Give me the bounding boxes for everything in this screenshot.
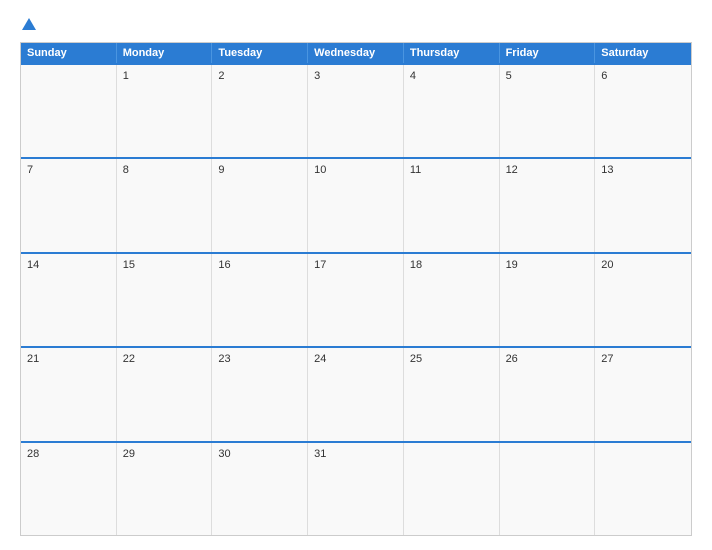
- day-number: 12: [506, 164, 589, 176]
- day-cell: 5: [500, 65, 596, 157]
- day-number: 24: [314, 353, 397, 365]
- day-cell: 7: [21, 159, 117, 251]
- day-number: 11: [410, 164, 493, 176]
- day-headers-row: Sunday Monday Tuesday Wednesday Thursday…: [21, 43, 691, 63]
- day-cell: 9: [212, 159, 308, 251]
- day-number: 15: [123, 259, 206, 271]
- day-cell: 30: [212, 443, 308, 535]
- day-cell: [21, 65, 117, 157]
- logo-triangle-icon: [22, 18, 36, 30]
- day-number: 1: [123, 70, 206, 82]
- week-row-5: 28 29 30 31: [21, 441, 691, 535]
- header: [20, 18, 692, 32]
- day-number: 14: [27, 259, 110, 271]
- day-cell: 18: [404, 254, 500, 346]
- day-number: 16: [218, 259, 301, 271]
- day-cell: 22: [117, 348, 213, 440]
- header-saturday: Saturday: [595, 43, 691, 63]
- day-number: 22: [123, 353, 206, 365]
- day-cell: 10: [308, 159, 404, 251]
- header-friday: Friday: [500, 43, 596, 63]
- day-number: 3: [314, 70, 397, 82]
- day-cell: 23: [212, 348, 308, 440]
- day-number: 25: [410, 353, 493, 365]
- day-number: 27: [601, 353, 685, 365]
- day-cell: 13: [595, 159, 691, 251]
- day-number: 26: [506, 353, 589, 365]
- header-tuesday: Tuesday: [212, 43, 308, 63]
- day-number: 20: [601, 259, 685, 271]
- day-number: 23: [218, 353, 301, 365]
- day-cell: 24: [308, 348, 404, 440]
- day-number: 30: [218, 448, 301, 460]
- day-number: 13: [601, 164, 685, 176]
- day-number: 31: [314, 448, 397, 460]
- week-row-2: 7 89 10 11 12 13: [21, 157, 691, 251]
- calendar-page: Sunday Monday Tuesday Wednesday Thursday…: [0, 0, 712, 550]
- day-cell: 31: [308, 443, 404, 535]
- day-number: 8: [123, 164, 206, 176]
- day-cell: 11: [404, 159, 500, 251]
- header-wednesday: Wednesday: [308, 43, 404, 63]
- header-thursday: Thursday: [404, 43, 500, 63]
- week-row-3: 14 15 16 17 18 19 20: [21, 252, 691, 346]
- day-cell: 14: [21, 254, 117, 346]
- day-number: 6: [601, 70, 685, 82]
- day-cell: 15: [117, 254, 213, 346]
- day-cell: 17: [308, 254, 404, 346]
- day-number: 9: [218, 164, 301, 176]
- day-cell: 4: [404, 65, 500, 157]
- day-number: 18: [410, 259, 493, 271]
- day-cell: 20: [595, 254, 691, 346]
- day-cell: [404, 443, 500, 535]
- day-cell: 12: [500, 159, 596, 251]
- day-cell: 19: [500, 254, 596, 346]
- day-cell: 16: [212, 254, 308, 346]
- day-number: 4: [410, 70, 493, 82]
- day-cell: 27: [595, 348, 691, 440]
- day-cell: 25: [404, 348, 500, 440]
- week-row-4: 21 22 23 24 25 26 27: [21, 346, 691, 440]
- day-cell: 2: [212, 65, 308, 157]
- day-number: 28: [27, 448, 110, 460]
- day-number: 29: [123, 448, 206, 460]
- day-number: 17: [314, 259, 397, 271]
- week-row-1: 123456: [21, 63, 691, 157]
- day-cell: 8: [117, 159, 213, 251]
- day-cell: 29: [117, 443, 213, 535]
- day-number: 7: [27, 164, 110, 176]
- day-cell: 1: [117, 65, 213, 157]
- weeks-container: 1234567891011121314151617181920212223242…: [21, 63, 691, 535]
- logo: [20, 18, 36, 32]
- day-number: 10: [314, 164, 397, 176]
- day-cell: 26: [500, 348, 596, 440]
- day-number: 5: [506, 70, 589, 82]
- day-number: 21: [27, 353, 110, 365]
- day-number: 19: [506, 259, 589, 271]
- day-cell: [500, 443, 596, 535]
- day-cell: 6: [595, 65, 691, 157]
- calendar-grid: Sunday Monday Tuesday Wednesday Thursday…: [20, 42, 692, 536]
- day-number: 2: [218, 70, 301, 82]
- day-cell: [595, 443, 691, 535]
- header-sunday: Sunday: [21, 43, 117, 63]
- header-monday: Monday: [117, 43, 213, 63]
- day-cell: 28: [21, 443, 117, 535]
- day-cell: 3: [308, 65, 404, 157]
- day-cell: 21: [21, 348, 117, 440]
